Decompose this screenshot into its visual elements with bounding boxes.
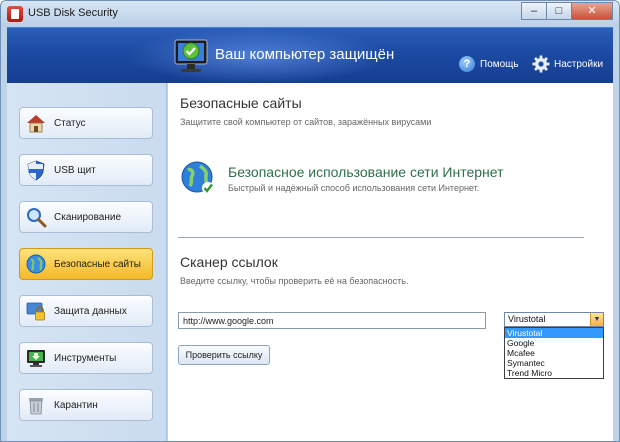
sidebar-item-tools[interactable]: Инструменты	[19, 342, 153, 374]
gear-icon[interactable]	[532, 55, 550, 73]
monitor-tools-icon	[27, 350, 45, 367]
sidebar-item-label: Безопасные сайты	[54, 259, 141, 270]
chevron-down-icon[interactable]: ▼	[590, 313, 603, 326]
page-subtitle: Защитите свой компьютер от сайтов, зараж…	[180, 117, 432, 127]
sidebar-item-status[interactable]: Статус	[19, 107, 153, 139]
sidebar-item-data-protection[interactable]: Защита данных	[19, 295, 153, 327]
sidebar-item-label: Инструменты	[54, 353, 117, 364]
trash-bin-icon	[29, 398, 43, 415]
feature-title: Безопасное использование сети Интернет	[228, 164, 504, 180]
engine-select[interactable]: Virustotal ▼	[504, 312, 604, 327]
title-bar[interactable]: USB Disk Security – □ ✕	[1, 1, 619, 27]
link-scanner-title: Сканер ссылок	[180, 254, 278, 270]
sidebar-item-quarantine[interactable]: Карантин	[19, 389, 153, 421]
engine-dropdown-list: Virustotal Google Mcafee Symantec Trend …	[504, 327, 604, 379]
sidebar-item-usb-shield[interactable]: USB щит	[19, 154, 153, 186]
app-icon	[7, 6, 23, 22]
help-icon[interactable]: ?	[459, 56, 475, 72]
globe-icon	[26, 254, 46, 274]
sidebar-item-label: Карантин	[54, 400, 98, 411]
protected-monitor-icon	[174, 39, 208, 72]
engine-option-symantec[interactable]: Symantec	[505, 358, 603, 368]
feature-subtitle: Быстрый и надёжный способ использования …	[228, 183, 480, 193]
page-title: Безопасные сайты	[180, 95, 302, 111]
check-link-button[interactable]: Проверить ссылку	[178, 345, 270, 365]
sidebar: Статус USB щит Сканирование Безопасные с…	[7, 83, 167, 441]
house-icon	[27, 115, 45, 133]
globe-check-icon	[181, 161, 214, 194]
sidebar-item-label: Статус	[54, 118, 86, 129]
window-controls: – □ ✕	[521, 2, 613, 20]
main-content: Безопасные сайты Защитите свой компьютер…	[168, 83, 613, 441]
section-divider	[178, 237, 584, 238]
help-link[interactable]: Помощь	[480, 59, 519, 70]
engine-option-trend-micro[interactable]: Trend Micro	[505, 368, 603, 378]
engine-option-google[interactable]: Google	[505, 338, 603, 348]
engine-option-mcafee[interactable]: Mcafee	[505, 348, 603, 358]
link-scanner-subtitle: Введите ссылку, чтобы проверить её на бе…	[180, 276, 409, 286]
sidebar-item-scan[interactable]: Сканирование	[19, 201, 153, 233]
shield-icon	[27, 160, 45, 181]
sidebar-item-label: Защита данных	[54, 306, 127, 317]
close-button[interactable]: ✕	[571, 2, 613, 20]
url-input[interactable]	[178, 312, 486, 329]
lock-icon	[26, 302, 45, 321]
sidebar-item-label: Сканирование	[54, 212, 122, 223]
sidebar-item-label: USB щит	[54, 165, 96, 176]
window-title: USB Disk Security	[28, 7, 118, 19]
engine-select-value: Virustotal	[508, 314, 546, 324]
protection-status-title: Ваш компьютер защищён	[215, 46, 395, 63]
engine-option-virustotal[interactable]: Virustotal	[505, 328, 603, 338]
sidebar-item-safe-sites[interactable]: Безопасные сайты	[19, 248, 153, 280]
status-header: Ваш компьютер защищён ? Помощь Настройки	[7, 27, 613, 84]
app-window: USB Disk Security – □ ✕ Ваш компьютер за…	[0, 0, 620, 442]
magnifier-icon	[27, 208, 47, 228]
maximize-button[interactable]: □	[546, 2, 572, 20]
minimize-button[interactable]: –	[521, 2, 547, 20]
settings-link[interactable]: Настройки	[554, 59, 603, 70]
